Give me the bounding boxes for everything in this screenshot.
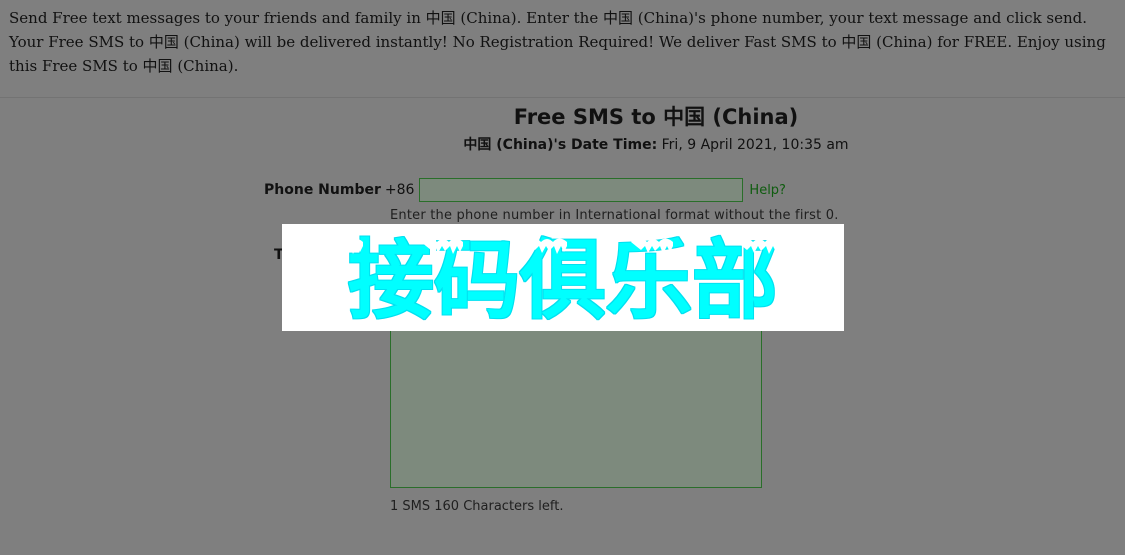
watermark-logo-image: 接码俱乐部	[321, 231, 779, 328]
datetime-value: Fri, 9 April 2021, 10:35 am	[661, 137, 849, 153]
datetime-label: 中国 (China)'s Date Time:	[463, 137, 658, 153]
phone-format-hint: Enter the phone number in International …	[390, 208, 839, 223]
local-datetime: 中国 (China)'s Date Time: Fri, 9 April 202…	[0, 136, 1125, 154]
intro-paragraph: Send Free text messages to your friends …	[0, 0, 1125, 98]
watermark-logo: 接码俱乐部	[282, 224, 844, 331]
message-textarea[interactable]	[390, 320, 762, 488]
country-code: +86	[384, 182, 415, 198]
sms-character-count: 1 SMS 160 Characters left.	[390, 499, 564, 514]
phone-number-input[interactable]	[419, 178, 744, 202]
page-title: Free SMS to 中国 (China)	[513, 105, 799, 129]
help-link[interactable]: Help?	[749, 183, 786, 198]
phone-number-row: Phone Number +86 Help?	[264, 177, 786, 203]
phone-number-label: Phone Number	[264, 182, 381, 198]
